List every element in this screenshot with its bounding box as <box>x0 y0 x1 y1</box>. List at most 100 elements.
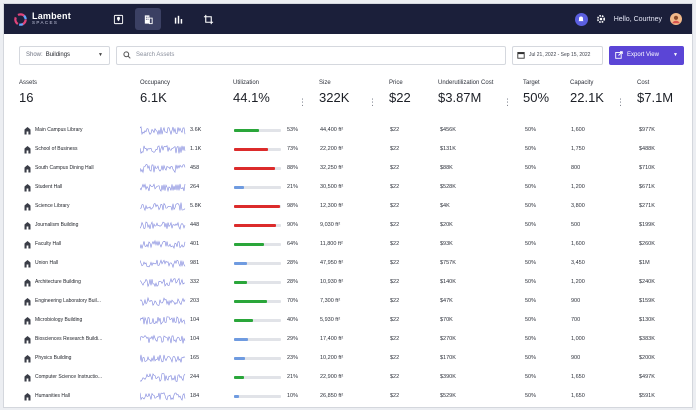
summary-size[interactable]: Size 322K <box>319 80 349 105</box>
utilization-bar-fill <box>234 338 248 341</box>
occupancy-sparkline <box>140 316 186 325</box>
underutilization-cost-value: $4K <box>440 203 450 209</box>
summary-target[interactable]: Target 50% <box>523 80 549 105</box>
table-row[interactable]: Physics Building 165 23% 10,200 ft² $22 $170K… <box>4 349 692 368</box>
price-value: $22 <box>390 260 400 266</box>
utilization-bar-fill <box>234 243 265 246</box>
underutilization-cost-value: $47K <box>440 298 453 304</box>
utilization-bar-fill <box>234 281 248 284</box>
occupancy-sparkline <box>140 373 186 382</box>
nav-buildings-button[interactable] <box>135 8 161 30</box>
occupancy-sparkline <box>140 221 186 230</box>
occupancy-value: 104 <box>190 317 200 323</box>
table-row[interactable]: Science Library 5.8K 98% 12,300 ft² $22 $4K 50… <box>4 197 692 216</box>
nav-map-button[interactable] <box>105 8 131 30</box>
nav-analytics-button[interactable] <box>165 8 191 30</box>
search-placeholder: Search Assets <box>136 52 175 58</box>
building-icon <box>144 14 153 24</box>
table-row[interactable]: Union Hall 981 28% 47,950 ft² $22 $757K 50% 3,4… <box>4 254 692 273</box>
summary-occupancy[interactable]: Occupancy 6.1K <box>140 80 170 105</box>
table-row[interactable]: Computer Science Instructio... 244 21% 22,9… <box>4 368 692 387</box>
building-icon <box>24 279 31 287</box>
summary-underutilization-cost[interactable]: Underutilization Cost $3.87M <box>438 80 493 105</box>
underutilization-menu-icon[interactable]: ⋮ <box>503 98 512 107</box>
date-range-text: Jul 21, 2022 - Sep 15, 2022 <box>529 52 591 58</box>
export-view-button[interactable]: Export View ▼ <box>609 45 684 65</box>
size-value: 30,500 ft² <box>320 184 344 190</box>
summary-utilization[interactable]: Utilization 44.1% <box>233 80 270 105</box>
building-icon <box>24 203 31 211</box>
size-value: 22,200 ft² <box>320 146 344 152</box>
capacity-menu-icon[interactable]: ⋮ <box>616 98 625 107</box>
capacity-value: 1,650 <box>571 393 585 399</box>
occupancy-value: 264 <box>190 184 200 190</box>
utilization-value: 28% <box>287 260 299 266</box>
utilization-value: 98% <box>287 203 299 209</box>
user-area: Hello, Courtney <box>574 12 682 26</box>
chevron-down-icon: ▼ <box>98 52 103 58</box>
assets-table: Main Campus Library 3.6K 53% 44,400 ft² $22 $… <box>4 121 692 406</box>
summary-cost[interactable]: Cost $7.1M <box>637 80 673 105</box>
capacity-value: 1,600 <box>571 241 585 247</box>
bell-icon <box>578 16 584 22</box>
avatar[interactable] <box>670 13 682 25</box>
table-row[interactable]: Humanities Hall 184 10% 26,850 ft² $22 $529K 5… <box>4 387 692 406</box>
underutilization-cost-value: $456K <box>440 127 456 133</box>
target-value: 50% <box>525 336 537 342</box>
size-menu-icon[interactable]: ⋮ <box>368 98 377 107</box>
user-greeting[interactable]: Hello, Courtney <box>614 16 662 23</box>
target-value: 50% <box>525 374 537 380</box>
table-row[interactable]: School of Business 1.1K 73% 22,200 ft² $22 $1… <box>4 140 692 159</box>
target-value: 50% <box>525 260 537 266</box>
gear-icon[interactable] <box>596 14 606 24</box>
underutilization-cost-value: $88K <box>440 165 453 171</box>
capacity-value: 1,200 <box>571 184 585 190</box>
occupancy-value: 5.8K <box>190 203 202 209</box>
target-value: 50% <box>525 355 537 361</box>
occupancy-sparkline <box>140 126 186 136</box>
utilization-menu-icon[interactable]: ⋮ <box>298 98 307 107</box>
table-row[interactable]: Student Hall 264 21% 30,500 ft² $22 $528K 50% 1… <box>4 178 692 197</box>
cost-value: $271K <box>639 203 655 209</box>
notifications-button[interactable] <box>574 12 588 26</box>
occupancy-value: 981 <box>190 260 200 266</box>
capacity-value: 3,800 <box>571 203 585 209</box>
utilization-value: 73% <box>287 146 299 152</box>
underutilization-cost-value: $390K <box>440 374 456 380</box>
main-nav <box>105 8 221 30</box>
show-select[interactable]: Show: Buildings ▼ <box>19 45 110 65</box>
nav-floorplan-button[interactable] <box>195 8 221 30</box>
utilization-bar <box>234 148 281 151</box>
cost-value: $159K <box>639 298 655 304</box>
table-row[interactable]: Architecture Building 332 28% 10,930 ft² $22… <box>4 273 692 292</box>
utilization-bar-fill <box>234 376 244 379</box>
utilization-bar <box>234 338 281 341</box>
building-icon <box>24 336 31 344</box>
cost-value: $199K <box>639 222 655 228</box>
logo[interactable]: Lambent SPACES <box>13 12 105 27</box>
table-row[interactable]: Biosciences Research Buildi... 104 29% 17,4… <box>4 330 692 349</box>
summary-price[interactable]: Price $22 <box>389 80 411 105</box>
date-range-picker[interactable]: Jul 21, 2022 - Sep 15, 2022 <box>512 45 603 65</box>
occupancy-value: 104 <box>190 336 200 342</box>
price-value: $22 <box>390 184 400 190</box>
export-label: Export View <box>627 52 659 58</box>
price-value: $22 <box>390 393 400 399</box>
occupancy-sparkline <box>140 144 186 154</box>
occupancy-value: 165 <box>190 355 200 361</box>
cost-value: $260K <box>639 241 655 247</box>
table-row[interactable]: Microbiology Building 104 40% 5,930 ft² $22 $… <box>4 311 692 330</box>
underutilization-cost-value: $131K <box>440 146 456 152</box>
table-row[interactable]: Main Campus Library 3.6K 53% 44,400 ft² $22 $… <box>4 121 692 140</box>
size-value: 22,900 ft² <box>320 374 344 380</box>
search-input[interactable]: Search Assets <box>116 45 506 65</box>
summary-capacity[interactable]: Capacity 22.1K <box>570 80 604 105</box>
table-row[interactable]: Faculty Hall 401 64% 11,800 ft² $22 $93K 50% 1,… <box>4 235 692 254</box>
logo-icon <box>14 12 27 26</box>
table-row[interactable]: South Campus Dining Hall 458 88% 32,250 ft²… <box>4 159 692 178</box>
occupancy-value: 458 <box>190 165 200 171</box>
summary-assets[interactable]: Assets 16 <box>19 80 37 105</box>
table-row[interactable]: Journalism Building 448 90% 9,030 ft² $22 $20… <box>4 216 692 235</box>
table-row[interactable]: Engineering Laboratory Buil... 203 70% 7,30… <box>4 292 692 311</box>
price-value: $22 <box>390 355 400 361</box>
